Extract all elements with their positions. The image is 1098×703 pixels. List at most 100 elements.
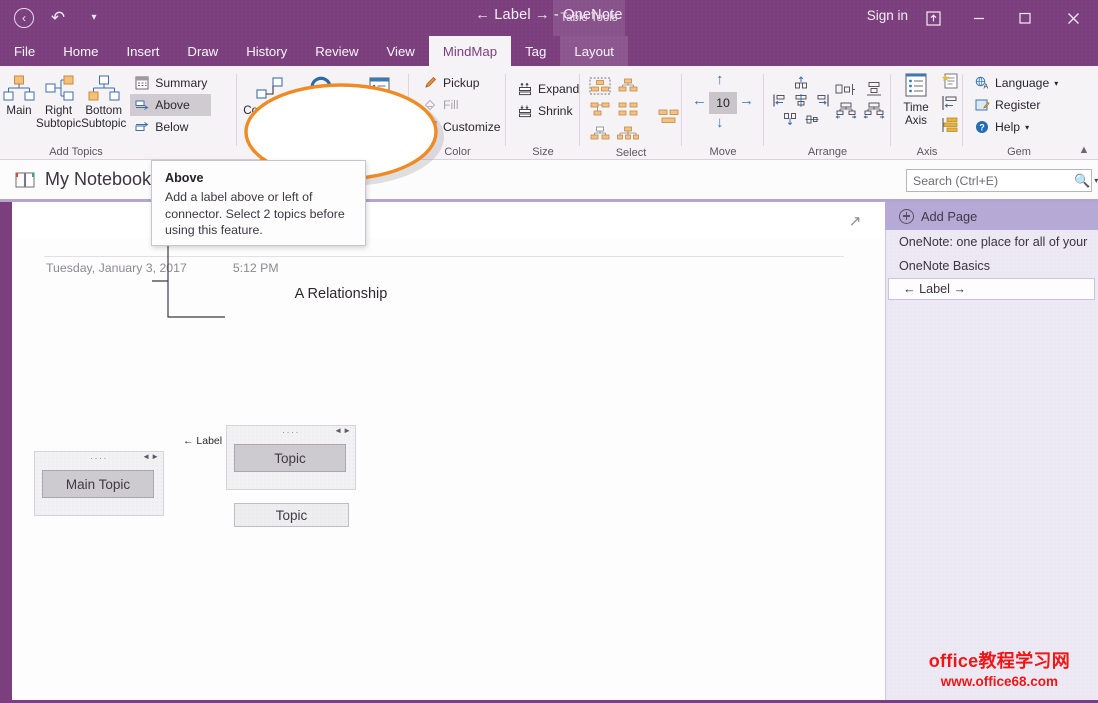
group-label-move: Move (683, 144, 763, 160)
page-title-area[interactable] (12, 202, 885, 238)
tab-view[interactable]: View (372, 36, 428, 66)
search-box[interactable]: 🔍 ▾ (906, 169, 1092, 192)
language-button[interactable]: A Language ▾ (970, 72, 1062, 94)
tab-insert[interactable]: Insert (112, 36, 173, 66)
axis-expand-icon[interactable] (938, 114, 962, 136)
label-below-icon (134, 119, 150, 135)
chevron-down-icon[interactable]: ▾ (1094, 176, 1098, 185)
label-above-button[interactable]: Above (130, 94, 211, 116)
page-list-item[interactable]: OneNote Basics (885, 254, 1098, 278)
tab-file[interactable]: File (0, 36, 49, 66)
align-left-icon[interactable] (769, 91, 790, 110)
register-button[interactable]: Register (970, 94, 1062, 116)
move-right-arrow[interactable]: → (739, 92, 754, 109)
summary-button[interactable]: Summary (130, 72, 211, 94)
collapse-ribbon-icon[interactable]: ▲ (1076, 142, 1092, 158)
distribute-horizontal-icon[interactable] (832, 79, 860, 100)
language-dropdown-icon[interactable]: ▾ (1054, 79, 1058, 88)
minimize-icon[interactable] (956, 0, 1002, 36)
align-right-icon[interactable] (811, 91, 832, 110)
node-topic-1-box[interactable]: Topic (234, 444, 346, 472)
connector-button[interactable]: Connector (242, 71, 298, 118)
refresh-button[interactable]: Refresh (298, 71, 350, 118)
node-resize-arrows[interactable]: ◄► (334, 426, 352, 435)
spread-vertical-icon[interactable] (860, 100, 888, 121)
ribbon-group-select: Select (581, 66, 681, 160)
bottom-subtopic-button[interactable]: Bottom Subtopic (81, 71, 126, 130)
add-page-button[interactable]: Add Page (885, 202, 1098, 230)
expand-size-button[interactable]: Expand (513, 78, 583, 100)
page-list-item[interactable]: ← Label → (888, 278, 1095, 300)
register-icon (974, 97, 990, 113)
right-subtopic-label-2: Subtopic (36, 118, 81, 131)
axis-stack-icons (938, 68, 962, 136)
node-resize-arrows[interactable]: ◄► (142, 452, 160, 461)
align-middle-icon[interactable] (801, 110, 823, 129)
align-top-icon[interactable] (791, 72, 811, 91)
main-topic-button[interactable]: Main (2, 71, 36, 118)
ribbon-group-arrange: Arrange (765, 66, 890, 160)
move-down-arrow[interactable]: ↓ (716, 114, 724, 131)
customize-color-button[interactable]: Customize (418, 116, 505, 138)
node-main-topic[interactable]: ···· ◄► Main Topic (34, 451, 164, 516)
node-topic-2-box[interactable]: Topic (234, 503, 349, 527)
shrink-size-button[interactable]: Shrink (513, 100, 583, 122)
tab-home[interactable]: Home (49, 36, 112, 66)
select-branch-icon[interactable] (587, 123, 613, 145)
expand-page-icon[interactable]: ↗ (846, 212, 864, 230)
ribbon-tabs: FileHomeInsertDrawHistoryReviewViewMindM… (0, 36, 628, 66)
help-dropdown-icon[interactable]: ▾ (1025, 123, 1029, 132)
select-right-icon[interactable] (587, 99, 613, 121)
node-topic-1[interactable]: ···· ◄► Topic (226, 425, 356, 490)
navigation-rail[interactable] (0, 202, 12, 703)
ribbon-group-add-topics: Main Right Subtopic (2, 66, 150, 160)
summary-label: Summary (155, 76, 207, 90)
ribbon-display-options-icon[interactable] (910, 0, 956, 36)
maximize-icon[interactable] (1002, 0, 1048, 36)
move-step-value[interactable]: 10 (709, 92, 737, 114)
notebook-selector[interactable]: My Notebook (14, 169, 151, 190)
axis-left-icon[interactable] (938, 92, 962, 114)
watermark: office教程学习网 www.office68.com (929, 647, 1070, 689)
fill-button[interactable]: Fill (418, 94, 505, 116)
distribute-vertical-icon[interactable] (860, 79, 888, 100)
page-list-item[interactable]: OneNote: one place for all of your (885, 230, 1098, 254)
tab-tag[interactable]: Tag (511, 36, 560, 66)
tab-review[interactable]: Review (301, 36, 372, 66)
move-up-arrow[interactable]: ↑ (716, 71, 724, 88)
tab-mindmap[interactable]: MindMap (429, 36, 511, 66)
label-below-button[interactable]: Below (130, 116, 211, 138)
node-topic-2[interactable]: Topic (234, 503, 349, 527)
expand-size-icon (517, 81, 533, 97)
sign-in-button[interactable]: Sign in (867, 8, 908, 23)
time-axis-button[interactable]: Time Axis (894, 68, 938, 127)
ribbon-separator (962, 74, 963, 146)
properties-button[interactable]: Properties (350, 71, 408, 118)
align-bottom-icon[interactable] (779, 110, 801, 129)
search-icon[interactable]: 🔍 (1074, 173, 1090, 189)
spread-horizontal-icon[interactable] (832, 100, 860, 121)
tab-layout[interactable]: Layout (560, 36, 628, 66)
tab-history[interactable]: History (232, 36, 301, 66)
ribbon-separator (505, 74, 506, 146)
select-siblings-icon[interactable] (615, 75, 641, 97)
node-topic-1-text: Topic (274, 451, 306, 466)
right-subtopic-button[interactable]: Right Subtopic (36, 71, 81, 130)
help-button[interactable]: ? Help ▾ (970, 116, 1062, 138)
properties-icon (364, 73, 394, 105)
new-axis-icon[interactable] (938, 70, 962, 92)
pickup-button[interactable]: Pickup (418, 72, 505, 94)
plus-circle-icon (899, 209, 914, 224)
select-subtopics-icon[interactable] (657, 106, 681, 128)
select-same-level-icon[interactable] (615, 99, 641, 121)
move-left-arrow[interactable]: ← (692, 92, 707, 109)
tab-draw[interactable]: Draw (173, 36, 232, 66)
shrink-size-label: Shrink (538, 104, 573, 118)
close-icon[interactable] (1048, 0, 1098, 36)
search-input[interactable] (913, 174, 1072, 188)
node-main-topic-box[interactable]: Main Topic (42, 470, 154, 498)
select-all-icon[interactable] (615, 123, 641, 145)
align-center-icon[interactable] (790, 91, 811, 110)
select-topic-icon[interactable] (587, 75, 613, 97)
help-label: Help (995, 120, 1020, 134)
